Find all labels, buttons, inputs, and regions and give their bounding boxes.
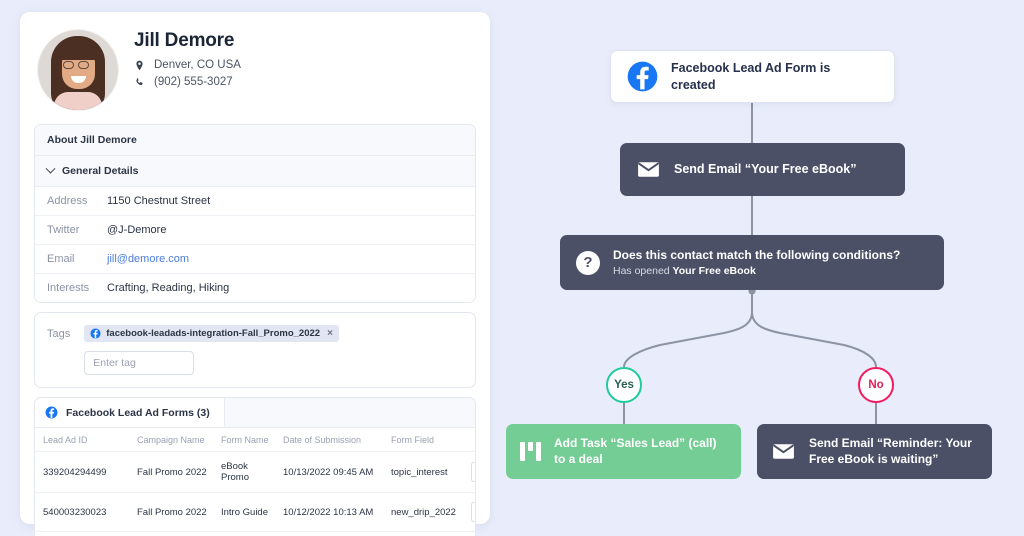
general-details-header[interactable]: General Details xyxy=(35,156,475,187)
condition-sub-strong: Your Free eBook xyxy=(672,264,756,277)
tags-content: facebook-leadads-integration-Fall_Promo_… xyxy=(84,325,339,375)
facebook-icon xyxy=(90,328,101,339)
cell-campaign: Fall Promo 2022 xyxy=(129,532,213,536)
column-header: Lead Ad ID xyxy=(35,428,129,452)
contact-header: Jill Demore Denver, CO USA (902) 555-302… xyxy=(34,24,476,124)
cell-lead-ad-id: 339204294499 xyxy=(35,451,129,493)
detail-value: @J-Demore xyxy=(107,224,167,236)
column-header: Date of Submission xyxy=(275,428,383,452)
table-row: 339204294499 Fall Promo 2022 eBook Promo… xyxy=(35,451,475,493)
app-canvas: Jill Demore Denver, CO USA (902) 555-302… xyxy=(0,0,1024,536)
cell-actions: Details xyxy=(463,532,475,536)
detail-value: Crafting, Reading, Hiking xyxy=(107,282,230,294)
contact-identity: Jill Demore Denver, CO USA (902) 555-302… xyxy=(134,30,241,93)
node-action-label: Send Email “Your Free eBook” xyxy=(674,162,857,177)
detail-row-twitter: Twitter @J-Demore xyxy=(35,216,475,245)
about-panel-title: About Jill Demore xyxy=(35,125,475,156)
branch-badge-no[interactable]: No xyxy=(858,367,894,403)
cell-date: 10/13/2022 09:45 AM xyxy=(275,451,383,493)
cell-date: 10/10/2022 11:07 AM xyxy=(275,532,383,536)
details-button[interactable]: Details xyxy=(471,502,475,522)
facebook-icon xyxy=(45,406,58,419)
cell-form-name: eBook Promo xyxy=(213,451,275,493)
contact-location-text: Denver, CO USA xyxy=(154,59,241,71)
column-header: Form Name xyxy=(213,428,275,452)
node-condition-title: Does this contact match the following co… xyxy=(613,248,901,263)
node-condition-text: Does this contact match the following co… xyxy=(613,247,900,277)
detail-key: Interests xyxy=(47,282,90,294)
tag-remove-icon[interactable]: × xyxy=(327,328,333,339)
detail-row-interests: Interests Crafting, Reading, Hiking xyxy=(35,274,475,302)
general-details-label: General Details xyxy=(62,165,139,177)
table-row: 540003230023 Fall Promo 2022 Intro Guide… xyxy=(35,492,475,532)
workflow-diagram: Facebook Lead Ad Form is created Send Em… xyxy=(500,0,1024,536)
cell-form-name: Intro Guide xyxy=(213,492,275,532)
detail-row-address: Address 1150 Chestnut Street xyxy=(35,187,475,216)
node-add-task-sales-lead[interactable]: Add Task “Sales Lead” (call) to a deal xyxy=(506,424,741,479)
contact-phone-text: (902) 555-3027 xyxy=(154,76,233,88)
details-button[interactable]: Details xyxy=(471,462,475,482)
lead-ad-forms-tabbar: Facebook Lead Ad Forms (3) xyxy=(35,398,475,428)
column-header: Form Field xyxy=(383,428,463,452)
condition-sub-prefix: Has opened xyxy=(613,264,673,277)
tab-facebook-lead-ad-forms[interactable]: Facebook Lead Ad Forms (3) xyxy=(35,398,225,427)
node-no-action-label: Send Email “Reminder: Your Free eBook is… xyxy=(809,435,972,466)
cell-actions: Details xyxy=(463,492,475,532)
connector-condition-to-no xyxy=(751,290,877,368)
column-header xyxy=(463,428,475,452)
cell-form-field: new_drip_2022 xyxy=(383,492,463,532)
cell-form-name: New-lead xyxy=(213,532,275,536)
lead-ad-forms-panel: Facebook Lead Ad Forms (3) Lead Ad ID Ca… xyxy=(34,397,476,536)
tag-input[interactable] xyxy=(84,351,195,375)
email-link[interactable]: jill@demore.com xyxy=(107,253,189,265)
contact-location: Denver, CO USA xyxy=(134,59,241,71)
connector-condition-to-yes xyxy=(623,290,753,368)
cell-actions: Details xyxy=(463,451,475,493)
tag-chip[interactable]: facebook-leadads-integration-Fall_Promo_… xyxy=(84,325,339,342)
branch-badge-yes[interactable]: Yes xyxy=(606,367,642,403)
column-header: Campaign Name xyxy=(129,428,213,452)
cell-form-field: Lead-gen xyxy=(383,532,463,536)
node-yes-action-label: Add Task “Sales Lead” (call) to a deal xyxy=(554,435,717,466)
tab-label: Facebook Lead Ad Forms (3) xyxy=(66,406,210,419)
facebook-icon xyxy=(627,61,658,92)
avatar xyxy=(38,30,118,110)
cell-lead-ad-id: 865020333292 xyxy=(35,532,129,536)
map-pin-icon xyxy=(136,60,143,70)
contact-phone: (902) 555-3027 xyxy=(134,76,241,88)
detail-key: Email xyxy=(47,253,75,265)
contact-name: Jill Demore xyxy=(134,30,235,51)
chevron-down-icon xyxy=(45,163,56,174)
node-condition-match[interactable]: ? Does this contact match the following … xyxy=(560,235,944,290)
cell-campaign: Fall Promo 2022 xyxy=(129,492,213,532)
contact-card: Jill Demore Denver, CO USA (902) 555-302… xyxy=(20,12,490,536)
cell-form-field: topic_interest xyxy=(383,451,463,493)
phone-icon xyxy=(136,77,143,85)
detail-key: Twitter xyxy=(47,224,80,236)
envelope-icon xyxy=(771,439,796,464)
cell-campaign: Fall Promo 2022 xyxy=(129,451,213,493)
node-send-email-reminder[interactable]: Send Email “Reminder: Your Free eBook is… xyxy=(757,424,992,479)
tag-chip-label: facebook-leadads-integration-Fall_Promo_… xyxy=(106,328,321,339)
node-trigger-label: Facebook Lead Ad Form is created xyxy=(671,61,831,92)
question-mark-icon: ? xyxy=(576,250,600,275)
envelope-icon xyxy=(636,157,661,182)
node-trigger-facebook-lead-ad-form[interactable]: Facebook Lead Ad Form is created xyxy=(610,50,895,103)
about-panel: About Jill Demore General Details Addres… xyxy=(34,124,476,303)
detail-key: Address xyxy=(47,195,88,207)
lead-ad-forms-table: Lead Ad ID Campaign Name Form Name Date … xyxy=(35,428,475,536)
cell-date: 10/12/2022 10:13 AM xyxy=(275,492,383,532)
table-row: 865020333292 Fall Promo 2022 New-lead 10… xyxy=(35,532,475,536)
detail-value: 1150 Chestnut Street xyxy=(107,195,211,207)
tags-label: Tags xyxy=(47,328,71,340)
detail-row-email: Email jill@demore.com xyxy=(35,245,475,274)
table-header-row: Lead Ad ID Campaign Name Form Name Date … xyxy=(35,428,475,452)
task-icon xyxy=(520,442,541,461)
node-send-email-free-ebook[interactable]: Send Email “Your Free eBook” xyxy=(620,143,905,196)
cell-lead-ad-id: 540003230023 xyxy=(35,492,129,532)
tags-panel: Tags facebook-leadads-integration-Fall_P… xyxy=(34,312,476,388)
node-condition-subtitle: Has opened Your Free eBook xyxy=(613,264,900,278)
